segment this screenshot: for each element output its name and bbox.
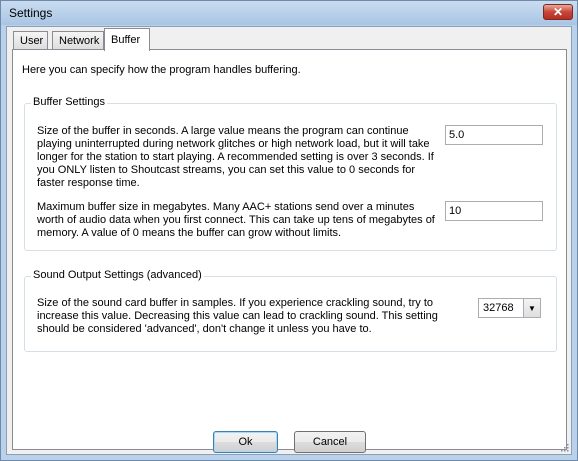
- sound-output-description: Size of the sound card buffer in samples…: [37, 297, 457, 336]
- buffer-seconds-line: playing uninterrupted during network gli…: [37, 138, 430, 150]
- dialog-client-area: User Network Buffer Here you can specify…: [6, 26, 572, 455]
- sound-buffer-selected-value: 32768: [483, 302, 514, 314]
- buffer-tab-panel: Here you can specify how the program han…: [12, 49, 567, 450]
- sound-output-legend: Sound Output Settings (advanced): [31, 269, 204, 281]
- ok-button[interactable]: Ok: [213, 431, 278, 453]
- sound-buffer-select[interactable]: 32768 ▼: [478, 298, 541, 318]
- intro-text: Here you can specify how the program han…: [22, 64, 301, 76]
- buffer-seconds-line: faster response time.: [37, 177, 140, 189]
- sound-output-line: should be considered 'advanced', don't c…: [37, 323, 372, 335]
- sound-output-line: Size of the sound card buffer in samples…: [37, 297, 434, 309]
- window-title: Settings: [9, 6, 53, 20]
- tab-user[interactable]: User: [13, 31, 48, 50]
- sound-output-group: Sound Output Settings (advanced) Size of…: [24, 269, 557, 352]
- settings-window: Settings ✕ User Network Buffer Here you …: [0, 0, 578, 461]
- tab-user-label: User: [20, 35, 44, 47]
- max-buffer-line: Maximum buffer size in megabytes. Many A…: [37, 201, 415, 213]
- close-icon: ✕: [552, 5, 564, 19]
- buffer-seconds-line: Size of the buffer in seconds. A large v…: [37, 125, 409, 137]
- cancel-button[interactable]: Cancel: [294, 431, 366, 453]
- resize-grip-icon[interactable]: [559, 442, 569, 452]
- chevron-down-icon[interactable]: ▼: [523, 299, 540, 317]
- buffer-seconds-input[interactable]: [445, 125, 543, 145]
- max-buffer-line: worth of audio data when you first conne…: [37, 214, 435, 226]
- max-buffer-line: memory. A value of 0 means the buffer ca…: [37, 227, 342, 239]
- resize-grip-icon-glyph: [561, 444, 569, 452]
- close-button[interactable]: ✕: [543, 4, 573, 20]
- tab-network[interactable]: Network: [52, 31, 104, 50]
- title-bar[interactable]: Settings ✕: [1, 1, 577, 25]
- max-buffer-input[interactable]: [445, 201, 543, 221]
- max-buffer-description: Maximum buffer size in megabytes. Many A…: [37, 201, 447, 240]
- tab-buffer[interactable]: Buffer: [104, 28, 150, 51]
- buffer-settings-legend: Buffer Settings: [31, 96, 107, 108]
- buffer-seconds-line: longer for the station to start playing.…: [37, 151, 434, 163]
- buffer-seconds-description: Size of the buffer in seconds. A large v…: [37, 125, 447, 190]
- tab-buffer-label: Buffer: [111, 34, 141, 46]
- tab-network-label: Network: [59, 35, 100, 47]
- sound-output-line: increase this value. Decreasing this val…: [37, 310, 438, 322]
- buffer-seconds-line: you ONLY listen to Shoutcast streams, yo…: [37, 164, 416, 176]
- buffer-settings-group: Buffer Settings Size of the buffer in se…: [24, 96, 557, 251]
